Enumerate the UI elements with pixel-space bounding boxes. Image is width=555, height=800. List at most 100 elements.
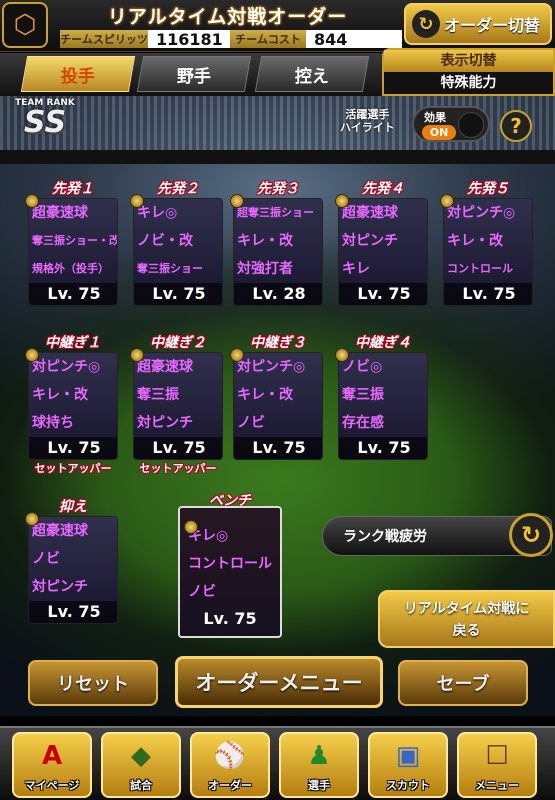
player-card[interactable]: 超豪速球 奪三振ショー・改 規格外（投手） Lv. 75 [28, 198, 118, 306]
starter-slot[interactable]: 先発１ 超豪速球 奪三振ショー・改 規格外（投手） Lv. 75 [25, 178, 118, 308]
nav-mypage[interactable]: A マイページ [12, 732, 92, 798]
player-level: Lv. 75 [234, 437, 322, 459]
ability-3: 球持ち [32, 415, 74, 431]
player-level: Lv. 28 [234, 283, 322, 305]
stadium-icon: ◆ [131, 741, 151, 771]
ability-2: キレ・改 [237, 233, 293, 249]
refresh-icon: ↻ [509, 513, 553, 557]
ability-3: コントロール [447, 262, 513, 275]
ability-1: 対ピンチ◎ [237, 359, 306, 375]
ad-boards [0, 150, 555, 164]
player-card[interactable]: 超豪速球 奪三振 対ピンチ Lv. 75 [133, 352, 223, 460]
coin-icon [230, 348, 244, 362]
order-menu-button[interactable]: オーダーメニュー [175, 656, 383, 708]
swap-icon: ↻ [412, 10, 440, 38]
back-to-realtime-button[interactable]: リアルタイム対戦に 戻る [378, 590, 555, 648]
ability-2: 奪三振 [342, 387, 384, 403]
ability-3: 対ピンチ [32, 579, 88, 595]
player-level: Lv. 75 [134, 283, 222, 305]
tab-fielder[interactable]: 野手 [136, 56, 252, 92]
page-title: リアルタイム対戦オーダー [107, 6, 348, 28]
tab-label: 投手 [61, 66, 95, 87]
slot-position: 中継ぎ１ [45, 335, 101, 351]
player-card[interactable]: 超豪速球 対ピンチ キレ Lv. 75 [338, 198, 428, 306]
reliever-slot[interactable]: 中継ぎ３ 対ピンチ◎ キレ・改 ノビ Lv. 75 [230, 332, 323, 462]
header-bar: ⬡ リアルタイム対戦オーダー チームスピリッツ 116181 チームコスト 84… [0, 0, 555, 52]
nav-scout[interactable]: ▣ スカウト [368, 732, 448, 798]
display-switch-button[interactable]: 表示切替 特殊能力 [382, 48, 555, 96]
player-card[interactable]: キレ◎ ノビ・改 奪三振ショー Lv. 75 [133, 198, 223, 306]
coin-icon [25, 512, 39, 526]
player-card[interactable]: 超豪速球 ノビ 対ピンチ Lv. 75 [28, 516, 118, 624]
nav-menu[interactable]: ☐ メニュー [457, 732, 537, 798]
coin-icon [335, 194, 349, 208]
help-icon[interactable]: ? [500, 110, 532, 142]
scout-icon: ▣ [395, 741, 421, 771]
tab-reserve[interactable]: 控え [254, 56, 370, 92]
reset-button[interactable]: リセット [28, 660, 158, 706]
ability-1: 超豪速球 [342, 205, 398, 221]
team-rank-value: SS [23, 105, 67, 140]
mypage-icon: A [41, 741, 63, 771]
tab-pitcher[interactable]: 投手 [20, 56, 136, 92]
slot-position: 先発２ [157, 181, 199, 197]
player-level: Lv. 75 [29, 283, 117, 305]
closer-slot[interactable]: 抑え 超豪速球 ノビ 対ピンチ Lv. 75 [25, 496, 118, 626]
player-card[interactable]: 対ピンチ◎ キレ・改 ノビ Lv. 75 [233, 352, 323, 460]
order-change-label: オーダー切替 [444, 16, 541, 35]
rank-fatigue-button[interactable]: ランク戦疲労 ↻ [322, 513, 553, 557]
nav-label: マイページ [24, 779, 80, 792]
nav-game[interactable]: ◆ 試合 [101, 732, 181, 798]
save-button[interactable]: セーブ [398, 660, 528, 706]
player-card[interactable]: 対ピンチ◎ キレ・改 コントロール Lv. 75 [443, 198, 533, 306]
nav-label: スカウト [386, 779, 430, 792]
toggle-knob [458, 112, 484, 138]
effect-label: 効果 [424, 111, 446, 124]
starter-slot[interactable]: 先発３ 超奪三振ショー キレ・改 対強打者 Lv. 28 [230, 178, 323, 308]
starter-slot[interactable]: 先発２ キレ◎ ノビ・改 奪三振ショー Lv. 75 [130, 178, 223, 308]
starter-slot[interactable]: 先発５ 対ピンチ◎ キレ・改 コントロール Lv. 75 [440, 178, 533, 308]
team-spirit-label: チームスピリッツ [60, 30, 148, 48]
player-level: Lv. 75 [339, 437, 427, 459]
coin-icon [130, 348, 144, 362]
effect-state: ON [422, 125, 456, 140]
highlight-label: 活躍選手 ハイライト [340, 108, 395, 134]
ability-1: キレ◎ [137, 205, 178, 221]
slot-position: 中継ぎ２ [150, 335, 206, 351]
slot-position: 中継ぎ４ [355, 335, 411, 351]
team-rank: TEAM RANK SS [10, 98, 80, 146]
player-level: Lv. 75 [339, 283, 427, 305]
ability-3: 奪三振ショー [137, 262, 203, 275]
bottom-nav: A マイページ ◆ 試合 ⚾ オーダー ♟ 選手 ▣ スカウト ☐ メニュー [0, 726, 555, 800]
ability-3: ノビ [237, 415, 265, 431]
player-card[interactable]: 対ピンチ◎ キレ・改 球持ち Lv. 75 [28, 352, 118, 460]
display-switch-value: 特殊能力 [440, 75, 497, 91]
ability-2: ノビ・改 [137, 233, 193, 249]
player-card[interactable]: 超奪三振ショー キレ・改 対強打者 Lv. 28 [233, 198, 323, 306]
ability-3: キレ [342, 261, 370, 277]
ability-3: 規格外（投手） [32, 262, 109, 275]
tab-label: 野手 [177, 66, 211, 87]
nav-order[interactable]: ⚾ オーダー [190, 732, 270, 798]
reliever-slot[interactable]: 中継ぎ１ 対ピンチ◎ キレ・改 球持ち Lv. 75 セットアッパー [25, 332, 118, 475]
player-icon: ♟ [307, 741, 331, 771]
ability-2: 対ピンチ [342, 233, 398, 249]
player-level: Lv. 75 [29, 437, 117, 459]
starter-slot[interactable]: 先発４ 超豪速球 対ピンチ キレ Lv. 75 [335, 178, 428, 308]
bench-slot[interactable]: ベンチ キレ◎ コントロール ノビ Lv. 75 [178, 490, 282, 640]
player-card[interactable]: ノビ◎ 奪三振 存在感 Lv. 75 [338, 352, 428, 460]
coin-icon [130, 194, 144, 208]
effect-toggle[interactable]: 効果 ON [412, 106, 490, 142]
role-label: セットアッパー [34, 462, 112, 475]
back-label-line2: 戻る [452, 623, 481, 639]
reliever-slot[interactable]: 中継ぎ４ ノビ◎ 奪三振 存在感 Lv. 75 [335, 332, 428, 462]
order-change-button[interactable]: ↻ オーダー切替 [404, 3, 552, 45]
reliever-slot[interactable]: 中継ぎ２ 超豪速球 奪三振 対ピンチ Lv. 75 セットアッパー [130, 332, 223, 475]
ability-2: 奪三振 [137, 387, 179, 403]
tab-label: 控え [295, 66, 329, 87]
slot-position: 先発３ [257, 181, 299, 197]
team-spirit-value: 116181 [148, 30, 230, 49]
team-cost-value: 844 [306, 30, 402, 49]
nav-player[interactable]: ♟ 選手 [279, 732, 359, 798]
nav-label: 選手 [308, 779, 330, 792]
